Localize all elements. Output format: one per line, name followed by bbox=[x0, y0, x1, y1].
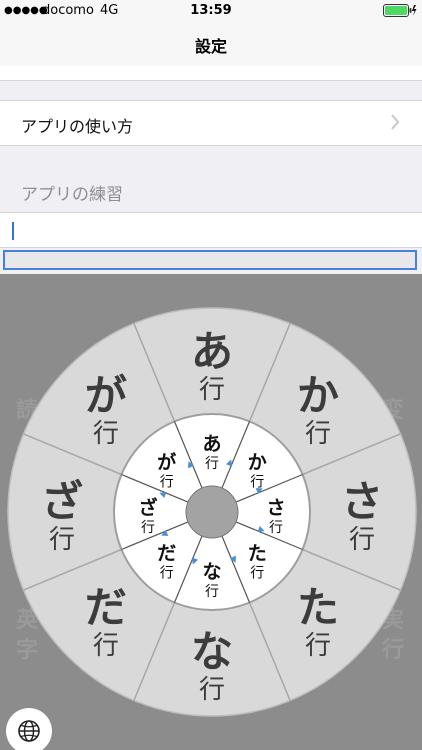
outer-key-kana[interactable]: か bbox=[297, 371, 339, 420]
outer-key-suffix: 行 bbox=[305, 419, 331, 449]
inner-key-kana[interactable]: た bbox=[248, 542, 267, 564]
inner-key-kana[interactable]: な bbox=[202, 561, 221, 583]
globe-button[interactable] bbox=[6, 708, 52, 750]
practice-input[interactable] bbox=[0, 212, 422, 248]
center-button[interactable] bbox=[185, 485, 239, 539]
inner-key-kana[interactable]: だ bbox=[157, 542, 176, 564]
candidate-bar[interactable] bbox=[3, 250, 417, 270]
inner-key-kana[interactable]: あ bbox=[202, 433, 221, 455]
page-title: 設定 bbox=[194, 37, 227, 56]
text-cursor bbox=[12, 222, 14, 240]
inner-key-kana[interactable]: さ bbox=[266, 497, 285, 519]
inner-key-kana[interactable]: か bbox=[248, 452, 267, 474]
practice-section-header: アプリの練習 bbox=[21, 185, 123, 205]
battery-icon bbox=[383, 4, 417, 21]
globe-icon bbox=[17, 719, 41, 747]
outer-key-kana[interactable]: だ bbox=[85, 583, 127, 632]
previous-row bbox=[0, 66, 422, 81]
clock: 13:59 bbox=[190, 3, 232, 18]
circular-keyboard: 読上小書英字 変換削除実行 あ行か行さ行た行な行だ行ざ行が行あ行か行さ行た行な行… bbox=[0, 274, 422, 750]
outer-key-suffix: 行 bbox=[93, 419, 119, 449]
outer-key-suffix: 行 bbox=[199, 375, 225, 405]
outer-key-kana[interactable]: な bbox=[191, 627, 233, 676]
inner-key-suffix: 行 bbox=[205, 456, 219, 472]
outer-key-kana[interactable]: が bbox=[85, 371, 127, 420]
outer-key-suffix: 行 bbox=[49, 525, 75, 555]
inner-key-suffix: 行 bbox=[250, 565, 264, 581]
inner-key-kana[interactable]: ざ bbox=[138, 496, 157, 519]
navigation-bar: 設定 bbox=[0, 22, 422, 67]
inner-key-suffix: 行 bbox=[141, 520, 155, 536]
inner-key-suffix: 行 bbox=[160, 565, 174, 581]
outer-key-suffix: 行 bbox=[93, 631, 119, 661]
outer-key-kana[interactable]: さ bbox=[341, 477, 383, 526]
kana-wheel: あ行 か行さ行た行な行だ行ざ行が行 あ行 か行さ行た行な行だ行ざ行が行 bbox=[7, 307, 417, 717]
inner-key-kana[interactable]: が bbox=[157, 451, 176, 474]
chevron-right-icon bbox=[390, 114, 400, 134]
outer-key-kana[interactable]: た bbox=[297, 583, 339, 632]
usage-row[interactable]: アプリの使い方 bbox=[0, 100, 422, 146]
outer-key-suffix: 行 bbox=[349, 525, 375, 555]
inner-key-suffix: 行 bbox=[205, 584, 219, 600]
outer-key-suffix: 行 bbox=[199, 675, 225, 705]
outer-key-suffix: 行 bbox=[305, 631, 331, 661]
outer-key-kana[interactable]: あ bbox=[191, 327, 233, 376]
inner-key-suffix: 行 bbox=[160, 475, 174, 491]
status-bar: ●●●●● docomo 4G 13:59 bbox=[0, 0, 422, 22]
outer-key-kana[interactable]: ざ bbox=[41, 477, 83, 526]
inner-key-suffix: 行 bbox=[269, 520, 283, 536]
usage-label: アプリの使い方 bbox=[21, 117, 134, 136]
